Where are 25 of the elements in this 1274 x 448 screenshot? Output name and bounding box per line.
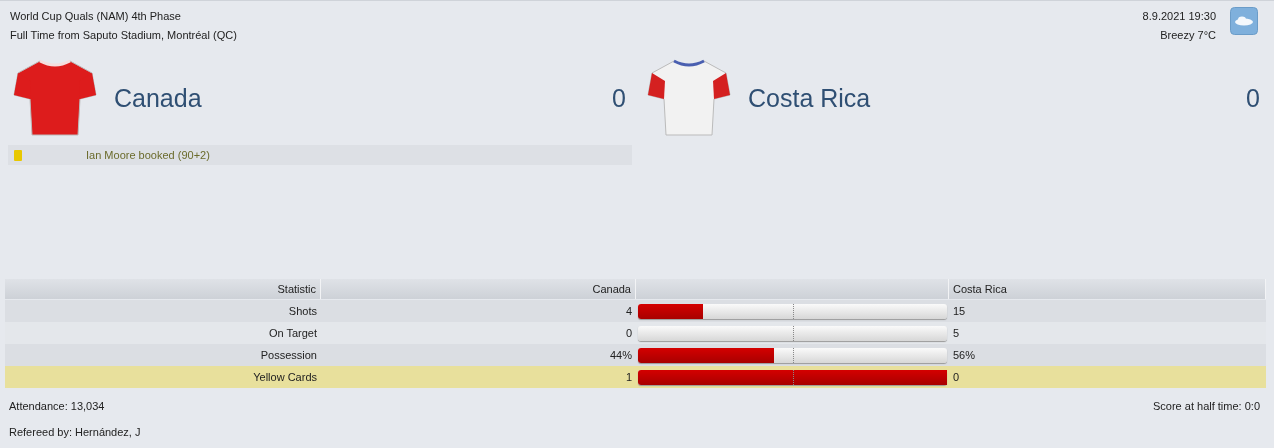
away-value: 15 [949,300,1266,322]
column-header: Canada [321,279,636,299]
attendance-text: Attendance: 13,034 [9,400,105,412]
team-score: 0 [612,83,626,113]
venue-text: Full Time from Saputo Stadium, Montréal (QC) [10,29,237,41]
competition-title: World Cup Quals (NAM) 4th Phase [10,10,182,22]
away-value: 0 [949,366,1266,388]
event-text: Ian Moore booked (90+2) [86,149,210,161]
team-score: 0 [1246,83,1260,113]
column-header: Statistic [5,279,321,299]
home-value: 44% [321,344,636,366]
stat-label: Shots [5,300,321,322]
team-name: Costa Rica [748,83,872,113]
away-value: 56% [949,344,1266,366]
half-time-score: Score at half time: 0:0 [1153,400,1260,412]
team-name: Canada [114,83,203,113]
referee-text: Refereed by: Hernández, J [9,426,141,438]
stat-label: Possession [5,344,321,366]
match-date: 8.9.2021 19:30 [1142,10,1216,22]
column-header: Costa Rica [949,279,1266,299]
weather-text: Breezy 7°C [1160,29,1216,41]
cloud-icon [1230,7,1258,35]
home-value: 4 [321,300,636,322]
stat-label: Yellow Cards [5,366,321,388]
home-value: 1 [321,366,636,388]
